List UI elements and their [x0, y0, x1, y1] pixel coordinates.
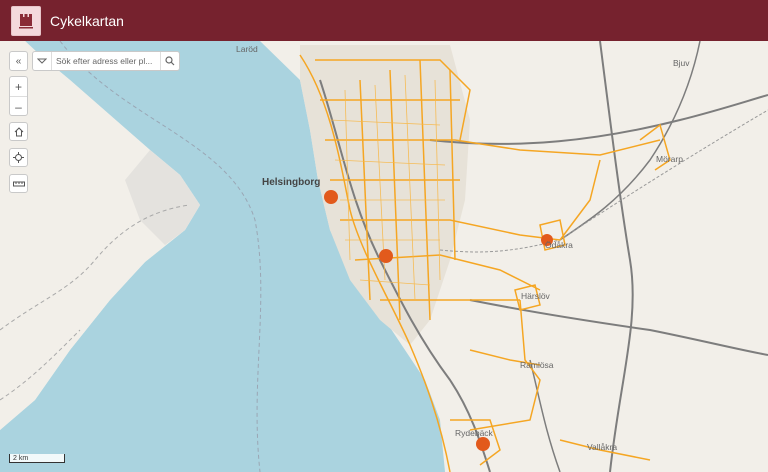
- search-box: [32, 51, 180, 71]
- map-marker[interactable]: [324, 190, 338, 204]
- app-title: Cykelkartan: [50, 12, 124, 29]
- map-label-bjuv: Bjuv: [673, 58, 690, 68]
- map-label-harslov: Härslöv: [521, 291, 550, 301]
- search-dropdown[interactable]: [33, 52, 52, 70]
- chevron-down-icon: [37, 58, 47, 64]
- map-label-vallakra: Vallåkra: [587, 442, 618, 452]
- app-header: Cykelkartan: [0, 0, 768, 41]
- collapse-panel-button[interactable]: «: [9, 51, 28, 71]
- scale-bar: 2 km: [9, 454, 65, 463]
- map-label-helsingborg: Helsingborg: [262, 177, 321, 188]
- search-button[interactable]: [160, 52, 179, 70]
- locate-button[interactable]: [9, 148, 28, 167]
- map-label-odakra: Ödåkra: [545, 240, 573, 250]
- map-label-rydeback: Rydebäck: [455, 428, 493, 438]
- map-marker[interactable]: [379, 249, 393, 263]
- home-button[interactable]: [9, 122, 28, 141]
- map-view[interactable]: Helsingborg Laröd Bjuv Mörarp Ödåkra Här…: [0, 41, 768, 472]
- map-label-morarp: Mörarp: [656, 154, 683, 164]
- map-marker[interactable]: [476, 437, 490, 451]
- ruler-icon: [12, 181, 25, 186]
- search-input[interactable]: [52, 56, 160, 66]
- double-chevron-left-icon: «: [15, 55, 22, 67]
- home-icon: [14, 126, 23, 136]
- search-icon: [165, 56, 175, 66]
- map-label-ramlosa: Ramlösa: [520, 360, 554, 370]
- measure-button[interactable]: [9, 174, 28, 193]
- zoom-in-button[interactable]: +: [10, 77, 27, 96]
- zoom-control: + –: [9, 76, 28, 116]
- city-crest-icon: [11, 5, 41, 36]
- zoom-out-button[interactable]: –: [10, 96, 27, 116]
- map-label-larod: Laröd: [236, 44, 258, 54]
- crosshair-icon: [13, 152, 24, 163]
